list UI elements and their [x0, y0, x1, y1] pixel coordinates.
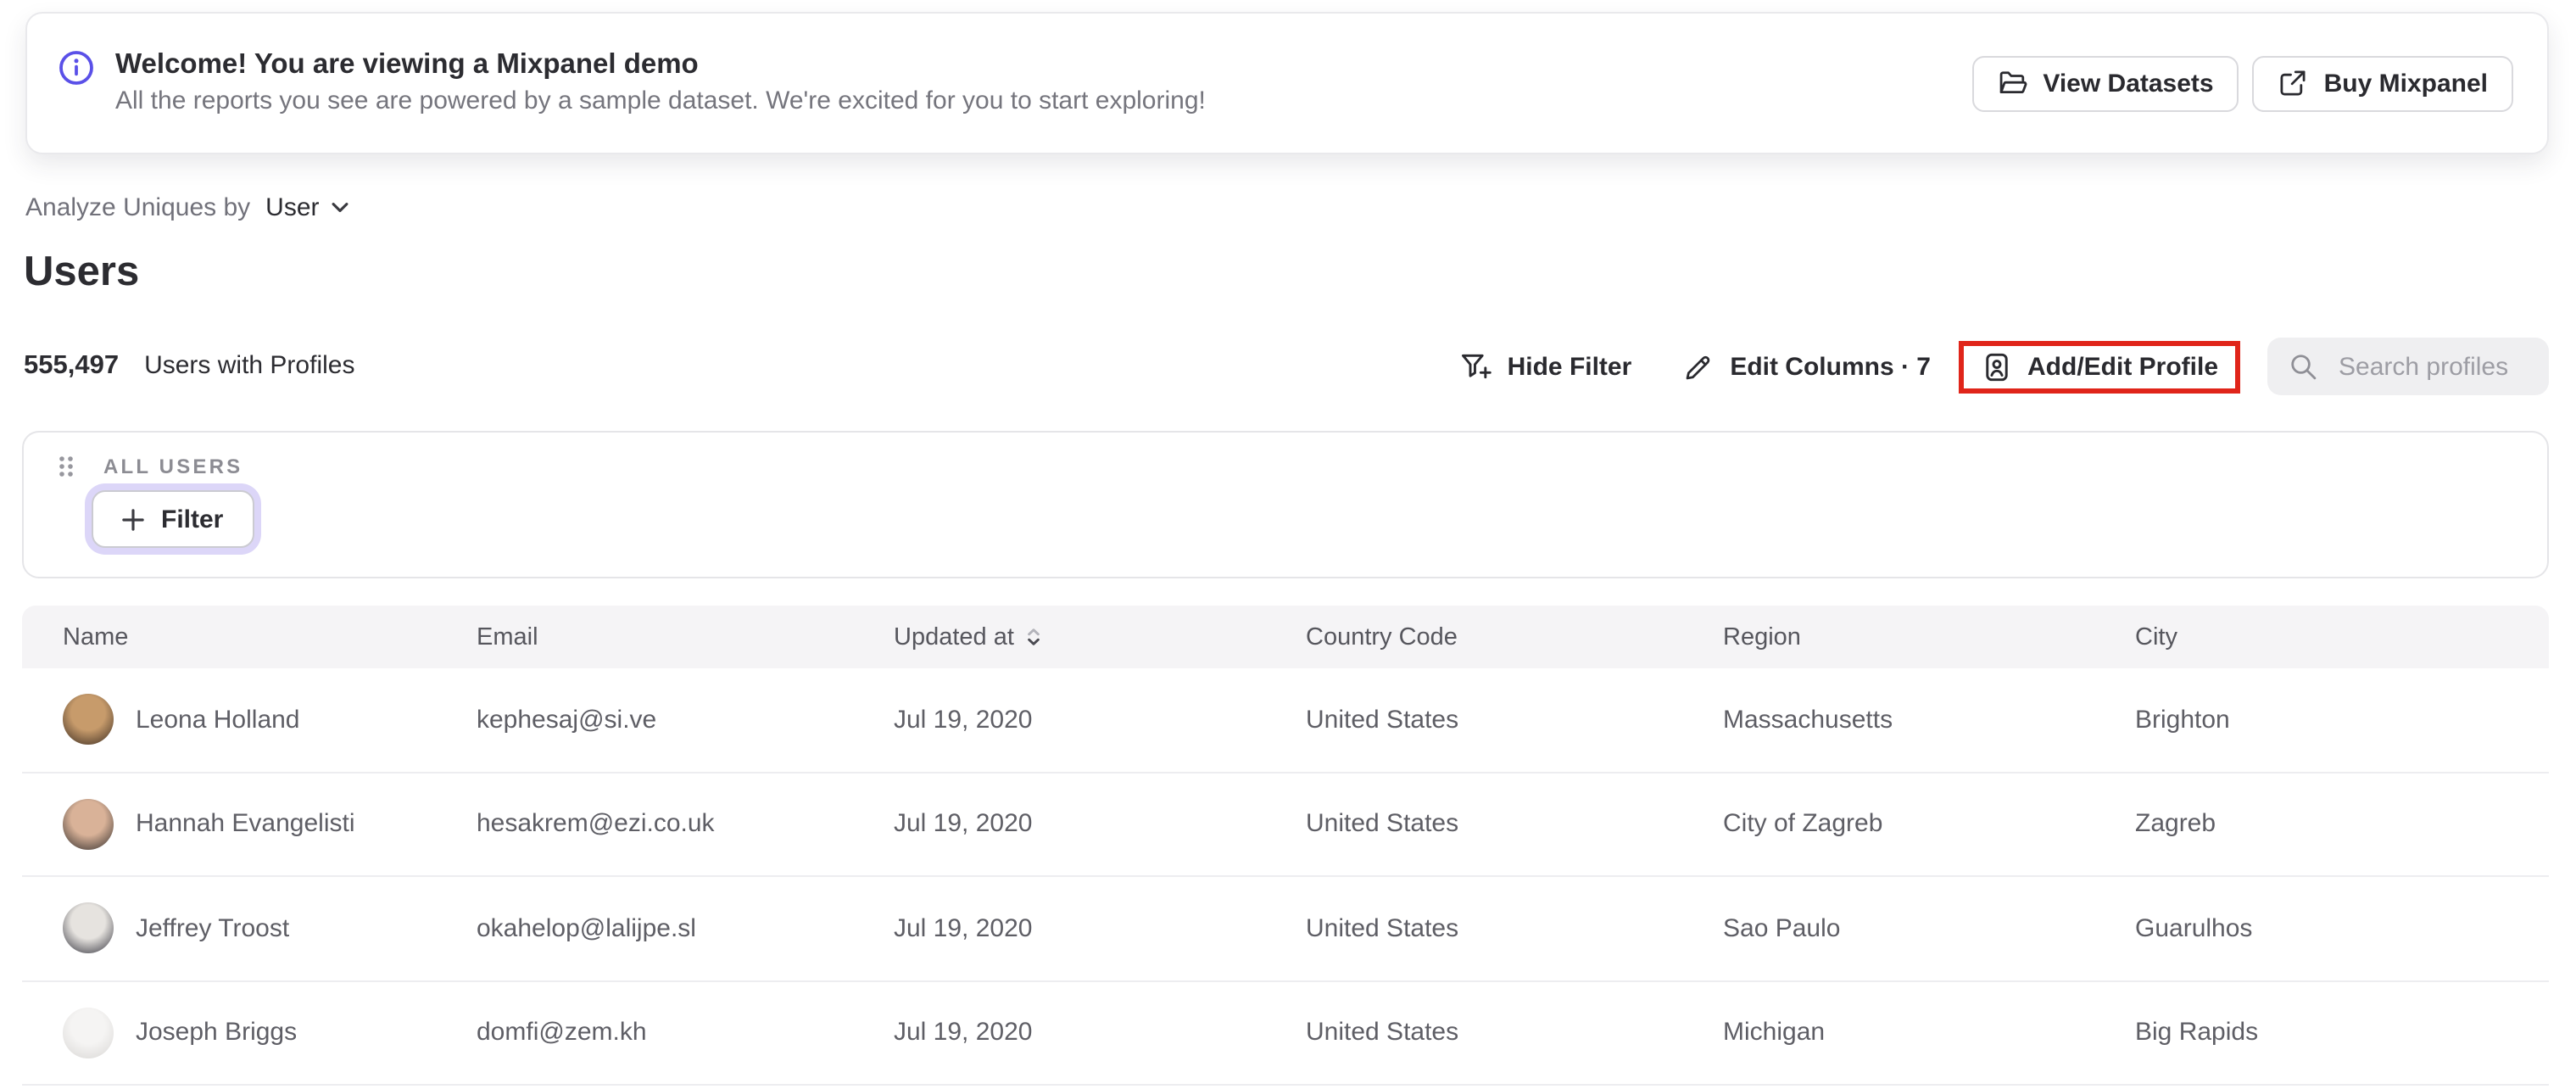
chevron-down-icon [332, 202, 350, 214]
hide-filter-label: Hide Filter [1507, 352, 1632, 381]
users-page: Welcome! You are viewing a Mixpanel demo… [0, 0, 2576, 1089]
user-updated-at: Jul 19, 2020 [894, 913, 1033, 943]
analyze-by-selected: User [265, 193, 320, 222]
buy-mixpanel-button[interactable]: Buy Mixpanel [2252, 55, 2513, 111]
user-name: Joseph Briggs [136, 1018, 298, 1047]
column-header-updated-at[interactable]: Updated at [894, 623, 1306, 651]
buy-mixpanel-label: Buy Mixpanel [2323, 69, 2488, 98]
analyze-uniques-by-label: Analyze Uniques by [25, 193, 251, 222]
user-country: United States [1306, 809, 1459, 839]
plus-icon [122, 508, 144, 530]
analyze-by-dropdown[interactable]: User [265, 193, 349, 222]
user-region: Michigan [1723, 1018, 1826, 1047]
search-profiles-input[interactable] [2335, 350, 2549, 383]
table-header-row: Name Email Updated at Country Code Regio… [22, 606, 2549, 668]
demo-banner: Welcome! You are viewing a Mixpanel demo… [25, 12, 2549, 154]
avatar [63, 1007, 114, 1058]
table-row[interactable]: Jeffrey Troost okahelop@lalijpe.sl Jul 1… [22, 877, 2549, 981]
column-header-name[interactable]: Name [63, 623, 477, 651]
banner-subtitle: All the reports you see are powered by a… [115, 87, 1206, 115]
view-datasets-button[interactable]: View Datasets [1971, 55, 2239, 111]
analyze-bar: Analyze Uniques by User [25, 193, 350, 222]
external-link-icon [2278, 68, 2309, 98]
search-profiles-box[interactable] [2267, 338, 2549, 395]
drag-handle-icon[interactable] [58, 455, 75, 478]
user-count-label: Users with Profiles [144, 351, 355, 380]
pencil-icon [1682, 350, 1715, 383]
user-region: City of Zagreb [1723, 809, 1883, 839]
avatar [63, 798, 114, 850]
user-email: kephesaj@si.ve [477, 705, 657, 734]
search-icon [2288, 351, 2318, 382]
filter-group-label: ALL USERS [103, 455, 243, 478]
user-city: Brighton [2135, 705, 2230, 734]
column-header-city[interactable]: City [2135, 623, 2508, 651]
user-email: hesakrem@ezi.co.uk [477, 809, 715, 839]
user-name: Hannah Evangelisti [136, 809, 355, 839]
user-updated-at: Jul 19, 2020 [894, 1018, 1033, 1047]
column-header-region[interactable]: Region [1723, 623, 2135, 651]
user-city: Zagreb [2135, 809, 2216, 839]
banner-title: Welcome! You are viewing a Mixpanel demo [115, 49, 699, 80]
user-region: Massachusetts [1723, 705, 1893, 734]
table-row[interactable]: Joseph Briggs domfi@zem.kh Jul 19, 2020 … [22, 981, 2549, 1086]
user-count: 555,497 [24, 351, 120, 380]
user-country: United States [1306, 1018, 1459, 1047]
add-edit-profile-label: Add/Edit Profile [2027, 352, 2218, 381]
sort-icon[interactable] [1026, 626, 1041, 648]
add-filter-label: Filter [161, 505, 224, 533]
add-filter-button[interactable]: Filter [92, 490, 254, 548]
info-icon [58, 49, 95, 87]
users-table: Name Email Updated at Country Code Regio… [22, 606, 2549, 1086]
user-updated-at: Jul 19, 2020 [894, 705, 1033, 734]
view-datasets-label: View Datasets [2043, 69, 2214, 98]
user-country: United States [1306, 913, 1459, 943]
table-row[interactable]: Hannah Evangelisti hesakrem@ezi.co.uk Ju… [22, 773, 2549, 877]
user-region: Sao Paulo [1723, 913, 1841, 943]
annotation-red-box: Add/Edit Profile [1958, 340, 2240, 393]
user-name: Jeffrey Troost [136, 913, 290, 943]
column-header-country-code[interactable]: Country Code [1306, 623, 1723, 651]
user-updated-at: Jul 19, 2020 [894, 809, 1033, 839]
page-title: Users [24, 249, 140, 295]
user-name: Leona Holland [136, 705, 300, 734]
user-city: Guarulhos [2135, 913, 2253, 943]
filter-panel: ALL USERS Filter [22, 431, 2549, 578]
user-email: domfi@zem.kh [477, 1018, 647, 1047]
user-country: United States [1306, 705, 1459, 734]
add-edit-profile-button[interactable]: Add/Edit Profile [1980, 350, 2218, 383]
user-city: Big Rapids [2135, 1018, 2259, 1047]
edit-columns-label: Edit Columns · 7 [1730, 352, 1931, 381]
avatar [63, 902, 114, 954]
table-row[interactable]: Leona Holland kephesaj@si.ve Jul 19, 202… [22, 668, 2549, 773]
edit-columns-button[interactable]: Edit Columns · 7 [1682, 350, 1931, 383]
avatar [63, 694, 114, 746]
column-header-email[interactable]: Email [477, 623, 894, 651]
id-badge-icon [1980, 350, 2012, 383]
funnel-plus-icon [1458, 349, 1492, 383]
user-email: okahelop@lalijpe.sl [477, 913, 696, 943]
folder-icon [1997, 68, 2027, 98]
stats-toolbar-row: 555,497 Users with Profiles Hide Filter [24, 332, 2549, 400]
hide-filter-button[interactable]: Hide Filter [1458, 349, 1632, 383]
